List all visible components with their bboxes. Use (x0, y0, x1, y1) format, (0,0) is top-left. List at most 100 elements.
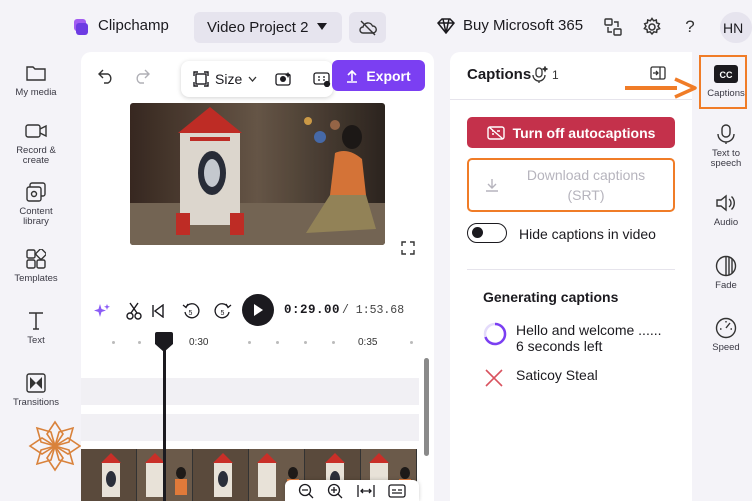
remove-background-icon[interactable] (275, 71, 293, 87)
user-avatar[interactable]: HN (720, 12, 752, 43)
forward-5-seconds-icon[interactable]: 5 (212, 297, 234, 325)
ruler-tick (276, 341, 279, 344)
zoom-out-icon[interactable] (298, 483, 314, 499)
right-nav-label: Captions (707, 88, 745, 99)
timeline-track[interactable] (81, 414, 419, 441)
share-icon[interactable] (602, 16, 624, 38)
help-icon[interactable]: ? (679, 16, 701, 38)
chevron-down-icon (248, 76, 257, 82)
ruler-tick (304, 341, 307, 344)
download-captions-button[interactable]: Download captions (SRT) (467, 158, 675, 212)
templates-icon (25, 248, 47, 270)
caption-job-item: Hello and welcome ...... 6 seconds left (483, 322, 662, 354)
text-to-speech-icon (714, 122, 738, 146)
cloud-sync-off-button[interactable] (349, 12, 386, 43)
clip-thumbnail (193, 449, 249, 501)
download-label-line2: (SRT) (567, 187, 605, 203)
failed-x-icon (483, 367, 507, 388)
preview-toolbar: Size (181, 61, 333, 97)
right-nav-fade[interactable]: Fade (700, 254, 752, 291)
caption-job-title: Hello and welcome ...... (516, 322, 662, 338)
hide-captions-toggle[interactable] (467, 223, 507, 243)
captions-settings-icon[interactable] (313, 71, 331, 87)
right-nav-audio[interactable]: Audio (700, 191, 752, 228)
badge-count: 1 (552, 67, 559, 82)
caption-job-title: Saticoy Steal (516, 367, 598, 383)
left-nav-templates[interactable]: Templates (0, 248, 72, 284)
left-nav-transitions[interactable]: Transitions (0, 372, 72, 408)
left-nav-label: Templates (14, 273, 58, 284)
captions-icon: CC (714, 62, 738, 86)
upload-icon (346, 69, 358, 83)
split-scissors-icon[interactable] (124, 297, 144, 325)
fit-to-width-icon[interactable] (357, 484, 375, 498)
microphone-sparkle-icon (530, 65, 548, 84)
left-nav-label: Text (27, 335, 45, 346)
fade-icon (714, 254, 738, 278)
caption-job-item: Saticoy Steal (483, 367, 598, 388)
ruler-tick (248, 341, 251, 344)
timeline-scrollbar[interactable] (424, 358, 429, 456)
divider (467, 269, 675, 270)
redo-icon[interactable] (134, 68, 150, 84)
skip-to-start-icon[interactable] (148, 297, 168, 325)
right-nav-captions[interactable]: CC Captions (700, 62, 752, 99)
ruler-tick (332, 341, 335, 344)
undo-icon[interactable] (98, 68, 114, 84)
speed-gauge-icon (714, 316, 738, 340)
clipchamp-logo-icon (72, 18, 90, 36)
zoom-in-icon[interactable] (327, 483, 343, 499)
export-button[interactable]: Export (332, 60, 425, 91)
sparkle-ai-icon[interactable] (92, 297, 112, 325)
play-icon (252, 303, 264, 317)
svg-text:5: 5 (221, 310, 225, 317)
captions-off-icon (486, 125, 505, 140)
right-nav-label: Fade (715, 280, 737, 291)
turn-off-autocaptions-button[interactable]: Turn off autocaptions (467, 117, 675, 148)
left-nav-text[interactable]: Text (0, 310, 72, 346)
size-label: Size (215, 71, 243, 87)
size-dropdown[interactable]: Size (193, 71, 257, 87)
svg-text:5: 5 (189, 310, 193, 317)
left-nav-label: Content library (19, 206, 53, 227)
app-title: Clipchamp (98, 17, 169, 34)
audio-speaker-icon (714, 191, 738, 215)
right-nav-label: Text to speech (710, 148, 742, 169)
right-nav-text-to-speech[interactable]: Text to speech (700, 122, 752, 169)
diamond-icon (437, 17, 455, 34)
rewind-5-seconds-icon[interactable]: 5 (180, 297, 202, 325)
total-duration: / 1:53.68 (342, 304, 405, 317)
toggle-knob (472, 227, 483, 238)
generating-captions-heading: Generating captions (483, 289, 619, 305)
play-button[interactable] (242, 294, 274, 326)
camera-icon (25, 120, 47, 142)
timeline-track[interactable] (81, 378, 419, 405)
ruler-tick (410, 341, 413, 344)
svg-text:CC: CC (720, 70, 733, 80)
left-nav-my-media[interactable]: My media (0, 62, 72, 98)
turn-off-label: Turn off autocaptions (512, 124, 656, 141)
buy-label: Buy Microsoft 365 (463, 17, 584, 34)
caption-job-status: 6 seconds left (516, 338, 603, 354)
left-nav-record-create[interactable]: Record & create (0, 120, 72, 166)
progress-spinner-icon (483, 322, 507, 354)
right-nav-speed[interactable]: Speed (700, 316, 752, 353)
left-nav-label: Transitions (12, 397, 60, 408)
project-name: Video Project 2 (207, 19, 309, 36)
library-icon (25, 181, 47, 203)
clip-thumbnail (81, 449, 137, 501)
captions-track-icon[interactable] (388, 483, 406, 498)
settings-gear-icon[interactable] (641, 16, 663, 38)
left-nav-content-library[interactable]: Content library (0, 181, 72, 227)
decorative-flower-icon (28, 420, 82, 472)
fullscreen-icon[interactable] (401, 241, 415, 255)
project-name-dropdown[interactable]: Video Project 2 (194, 12, 342, 43)
hide-captions-label: Hide captions in video (519, 226, 656, 242)
ruler-tick (112, 341, 115, 344)
playhead-line[interactable] (163, 345, 166, 501)
panel-title: Captions (467, 66, 532, 83)
right-nav-label: Audio (713, 217, 739, 228)
video-preview[interactable] (130, 103, 385, 245)
playhead-handle[interactable] (155, 332, 173, 352)
buy-microsoft-365-button[interactable]: Buy Microsoft 365 (437, 17, 583, 34)
